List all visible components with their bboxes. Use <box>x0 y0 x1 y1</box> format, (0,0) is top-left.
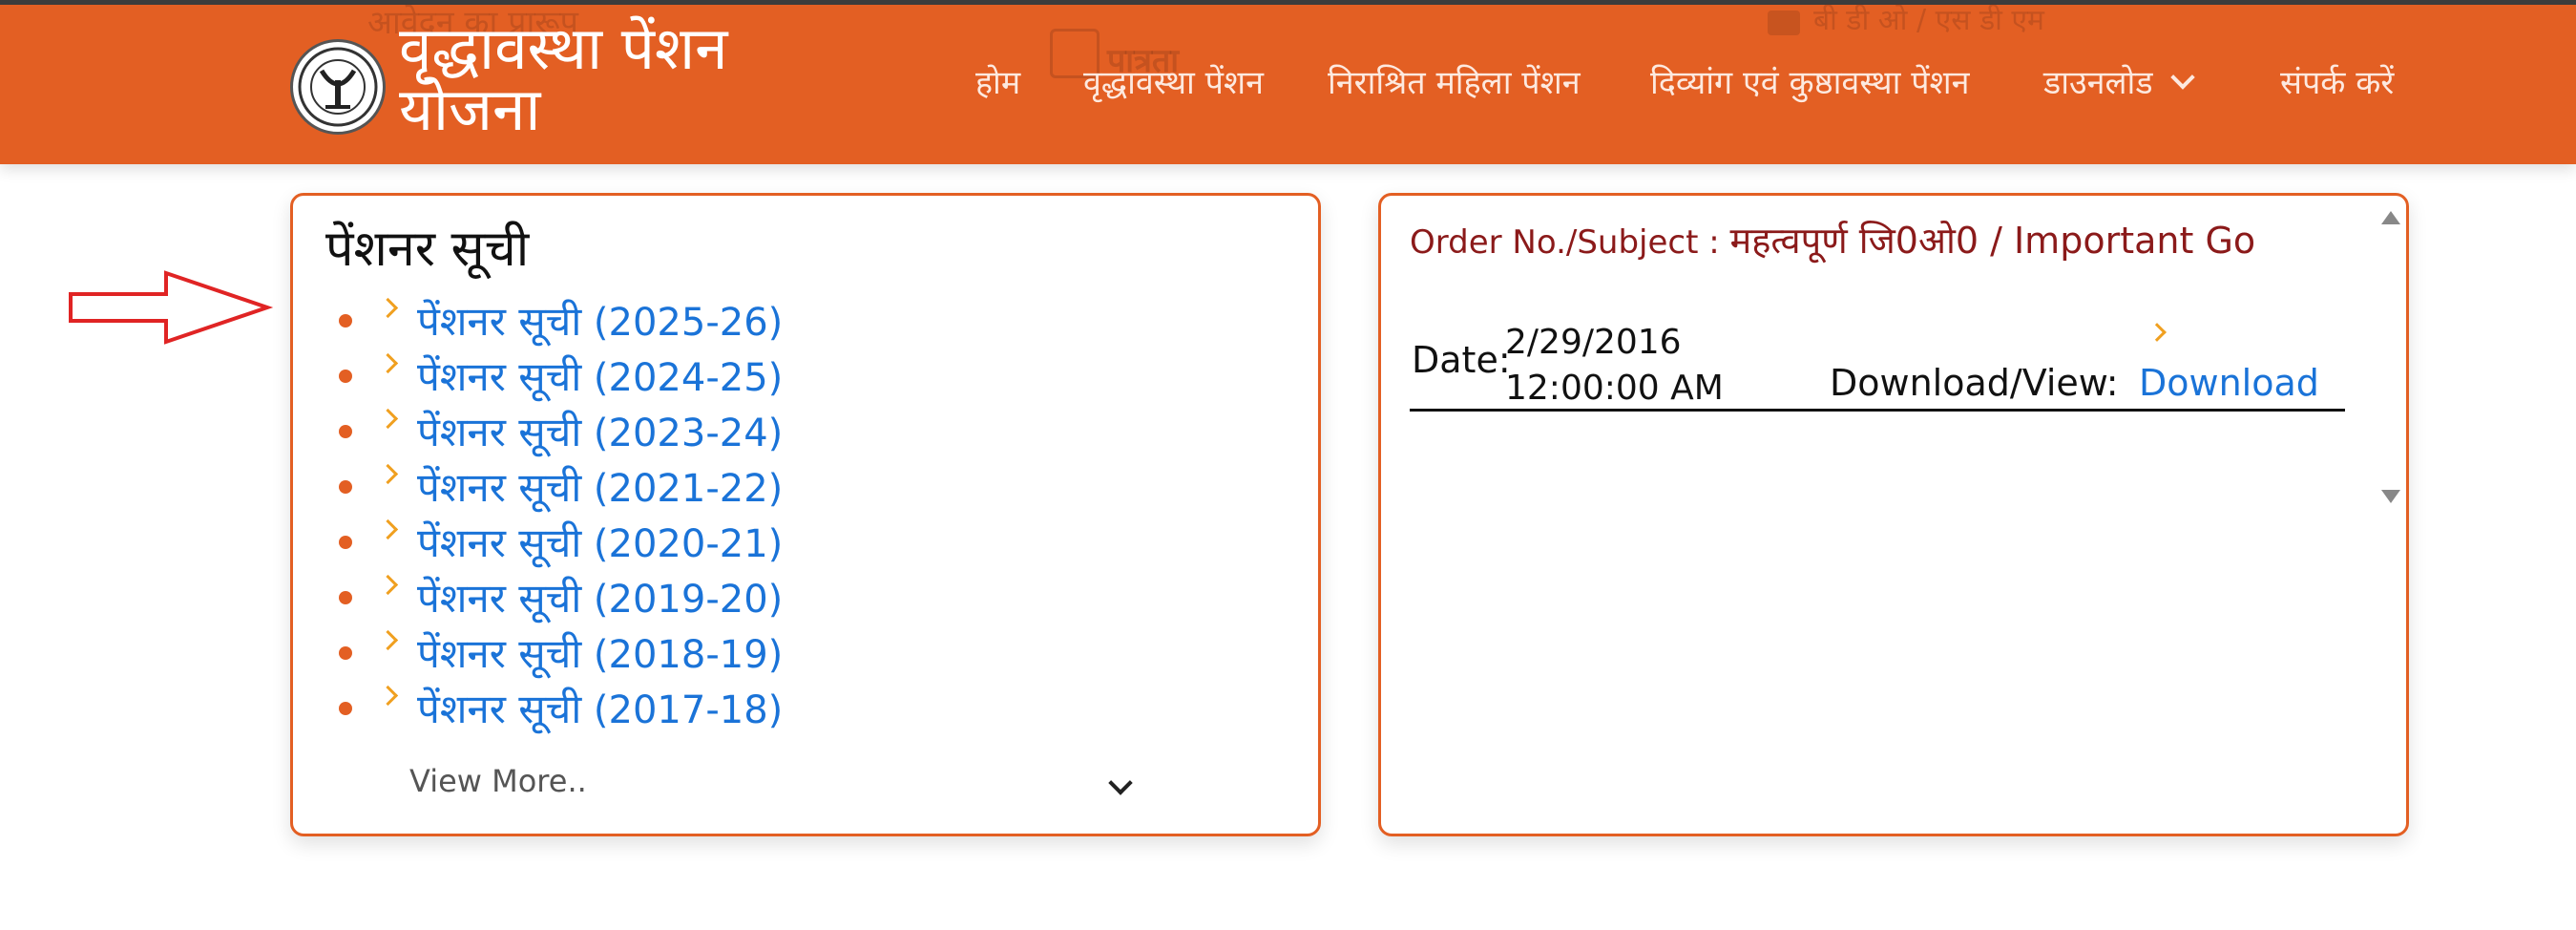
list-item: पेंशनर सूची (2019-20) <box>293 568 1318 624</box>
pensioner-list-link-2021-22[interactable]: पेंशनर सूची (2021-22) <box>417 459 783 514</box>
bullet-icon <box>339 370 352 383</box>
pensioner-list-link-2024-25[interactable]: पेंशनर सूची (2024-25) <box>417 349 783 403</box>
nav-download[interactable]: डाउनलोड <box>2043 62 2195 104</box>
list-item: पेंशनर सूची (2021-22) <box>293 457 1318 513</box>
date-line: 2/29/2016 <box>1505 323 1682 362</box>
download-link[interactable]: Download <box>2139 362 2319 404</box>
chevron-right-icon <box>2147 323 2167 342</box>
chevron-down-icon <box>2169 65 2195 90</box>
nav-old-age-pension[interactable]: वृद्धावस्था पेंशन <box>1083 62 1264 104</box>
pensioner-list-link-2020-21[interactable]: पेंशनर सूची (2020-21) <box>417 515 783 569</box>
nav-home[interactable]: होम <box>975 62 1020 104</box>
ghost-hand-icon <box>1768 11 1800 35</box>
nav-widow-pension[interactable]: निराश्रित महिला पेंशन <box>1328 62 1581 104</box>
nav-download-label: डाउनलोड <box>2043 64 2153 102</box>
bullet-icon <box>339 314 352 328</box>
list-link-year: (2020-21) <box>593 522 784 566</box>
list-link-label: पेंशनर सूची <box>417 298 582 345</box>
chevron-right-icon <box>377 518 399 540</box>
list-link-year: (2023-24) <box>593 412 784 455</box>
list-link-label: पेंशनर सूची <box>417 519 582 566</box>
row-divider <box>1410 409 2345 412</box>
emblem-icon <box>298 47 378 127</box>
bullet-icon <box>339 536 352 549</box>
list-link-year: (2018-19) <box>593 633 784 677</box>
list-link-year: (2021-22) <box>593 467 784 511</box>
time-line: 12:00:00 AM <box>1505 369 1724 408</box>
nav-disability-pension[interactable]: दिव्यांग एवं कुष्ठावस्था पेंशन <box>1650 62 1970 104</box>
pensioner-list-link-2023-24[interactable]: पेंशनर सूची (2023-24) <box>417 404 783 458</box>
chevron-right-icon <box>377 574 399 596</box>
order-subject-row: Order No./Subject : महत्वपूर्ण जि0ओ0 / I… <box>1410 215 2255 264</box>
chevron-right-icon <box>377 297 399 319</box>
site-header: आवेदन का प्रारूप पात्रता बी डी ओ / एस डी… <box>0 4 2576 164</box>
date-label: Date: <box>1412 339 1511 381</box>
orders-card: Order No./Subject : महत्वपूर्ण जि0ओ0 / I… <box>1378 193 2409 836</box>
chevron-right-icon <box>377 463 399 485</box>
pensioner-list-card: पेंशनर सूची पेंशनर सूची (2025-26) पेंशनर… <box>290 193 1321 836</box>
bullet-icon <box>339 480 352 494</box>
order-subject-label: Order No./Subject : <box>1410 223 1720 262</box>
list-link-label: पेंशनर सूची <box>417 575 582 622</box>
list-link-label: पेंशनर सूची <box>417 409 582 455</box>
emblem-logo[interactable] <box>290 39 386 135</box>
download-view-label: Download/View: <box>1830 362 2119 404</box>
chevron-right-icon <box>377 685 399 707</box>
bullet-icon <box>339 591 352 604</box>
ghost-text: बी डी ओ / एस डी एम <box>1813 4 2044 37</box>
list-link-label: पेंशनर सूची <box>417 630 582 677</box>
bullet-icon <box>339 702 352 715</box>
list-link-label: पेंशनर सूची <box>417 464 582 511</box>
list-item: पेंशनर सूची (2025-26) <box>293 291 1318 347</box>
site-title[interactable]: वृद्धावस्था पेंशन योजना <box>399 18 819 140</box>
list-item: पेंशनर सूची (2017-18) <box>293 679 1318 734</box>
date-value: 2/29/2016 12:00:00 AM <box>1505 320 1753 412</box>
pensioner-list-link-2019-20[interactable]: पेंशनर सूची (2019-20) <box>417 570 783 624</box>
list-item: पेंशनर सूची (2020-21) <box>293 513 1318 568</box>
pensioner-list-title: पेंशनर सूची <box>325 221 530 278</box>
annotation-arrow-icon <box>69 270 274 345</box>
bullet-icon <box>339 425 352 438</box>
list-link-label: पेंशनर सूची <box>417 353 582 400</box>
chevron-down-icon[interactable] <box>1108 771 1133 795</box>
scroll-down-icon[interactable] <box>2381 490 2400 503</box>
pensioner-list-link-2025-26[interactable]: पेंशनर सूची (2025-26) <box>417 293 783 348</box>
bullet-icon <box>339 646 352 660</box>
nav-contact[interactable]: संपर्क करें <box>2280 62 2394 104</box>
list-link-year: (2024-25) <box>593 356 784 400</box>
pensioner-list-link-2017-18[interactable]: पेंशनर सूची (2017-18) <box>417 681 783 735</box>
list-link-year: (2019-20) <box>593 578 784 622</box>
pensioner-list-link-2018-19[interactable]: पेंशनर सूची (2018-19) <box>417 625 783 680</box>
chevron-right-icon <box>377 629 399 651</box>
scroll-up-icon[interactable] <box>2381 211 2400 224</box>
list-item: पेंशनर सूची (2018-19) <box>293 624 1318 679</box>
view-more-link[interactable]: View More.. <box>409 763 587 799</box>
list-link-label: पेंशनर सूची <box>417 686 582 732</box>
list-link-year: (2025-26) <box>593 301 784 345</box>
chevron-right-icon <box>377 352 399 374</box>
list-item: पेंशनर सूची (2024-25) <box>293 347 1318 402</box>
list-link-year: (2017-18) <box>593 688 784 732</box>
list-item: पेंशनर सूची (2023-24) <box>293 402 1318 457</box>
order-subject-value: महत्वपूर्ण जि0ओ0 / Important Go <box>1729 220 2256 262</box>
chevron-right-icon <box>377 408 399 430</box>
